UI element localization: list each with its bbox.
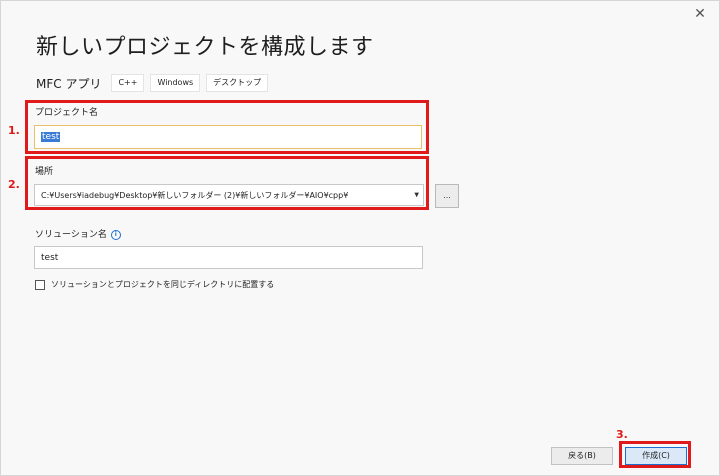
template-info: MFC アプリ C++ Windows デスクトップ (36, 73, 274, 93)
back-button[interactable]: 戻る(B) (551, 447, 613, 465)
annotation-step-1: 1. (8, 124, 20, 137)
same-directory-option[interactable]: ソリューションとプロジェクトを同じディレクトリに配置する (35, 279, 274, 290)
close-icon: ✕ (694, 6, 706, 22)
annotation-box-create (619, 441, 691, 468)
solution-name-input[interactable]: test (34, 246, 423, 269)
solution-name-label-text: ソリューション名 (35, 230, 107, 240)
tag-project-type: デスクトップ (206, 74, 269, 92)
tag-platform: Windows (150, 74, 201, 92)
annotation-step-2: 2. (8, 178, 20, 191)
info-icon[interactable]: i (110, 229, 121, 240)
annotation-box-location (25, 156, 429, 210)
template-name: MFC アプリ (36, 76, 102, 91)
same-directory-checkbox[interactable] (35, 279, 45, 290)
solution-name-value: test (41, 252, 59, 263)
same-directory-label: ソリューションとプロジェクトを同じディレクトリに配置する (51, 280, 275, 289)
annotation-step-3: 3. (616, 428, 628, 441)
new-project-dialog: ✕ 新しいプロジェクトを構成します MFC アプリ C++ Windows デス… (0, 0, 720, 476)
browse-button[interactable]: ... (435, 184, 459, 208)
annotation-box-project-name (25, 100, 429, 154)
close-button[interactable]: ✕ (691, 5, 709, 23)
solution-name-label: ソリューション名 i (35, 227, 121, 240)
tag-language: C++ (111, 74, 145, 92)
page-title: 新しいプロジェクトを構成します (36, 35, 374, 60)
